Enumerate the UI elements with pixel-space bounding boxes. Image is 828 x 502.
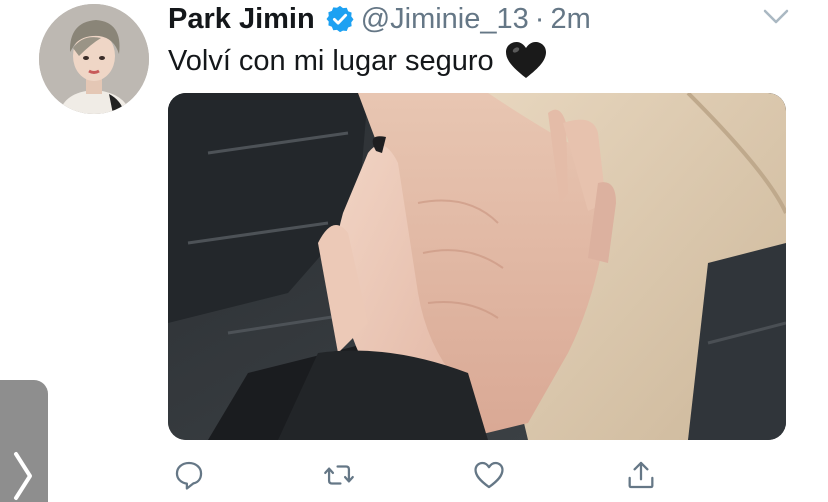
tweet-photo[interactable] [168, 93, 786, 440]
verified-badge-icon [325, 4, 355, 34]
meta-separator: · [534, 2, 545, 35]
tweet-text: Volví con mi lugar seguro [168, 42, 546, 80]
photo-holding-hands [168, 93, 786, 440]
chevron-down-icon[interactable] [763, 8, 789, 26]
black-heart-emoji-icon [505, 42, 546, 80]
tweet[interactable]: Park Jimin @Jiminie_13 · 2m Volví con mi… [0, 0, 828, 502]
avatar[interactable] [39, 4, 149, 114]
tweet-text-content: Volví con mi lugar seguro [168, 44, 494, 77]
comment-icon[interactable] [172, 458, 206, 492]
heart-icon[interactable] [472, 458, 506, 492]
retweet-icon[interactable] [322, 458, 356, 492]
author-handle[interactable]: @Jiminie_13 [361, 3, 529, 36]
tweet-header: Park Jimin @Jiminie_13 · 2m [168, 0, 591, 38]
side-panel-tab[interactable] [0, 380, 48, 502]
tweet-timestamp[interactable]: 2m [550, 3, 590, 36]
chevron-right-icon [14, 452, 32, 500]
share-icon[interactable] [624, 458, 658, 492]
author-name[interactable]: Park Jimin [168, 3, 315, 36]
avatar-image [39, 4, 149, 114]
